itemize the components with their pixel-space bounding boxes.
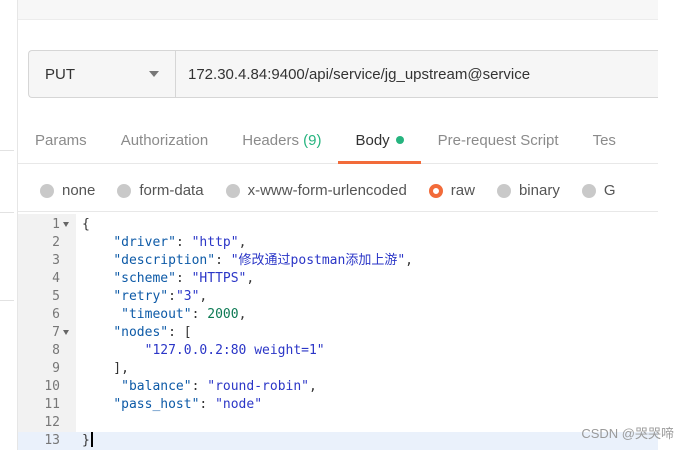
radio-binary[interactable]: binary [496, 182, 560, 199]
request-tabs: Params Authorization Headers (9) Body Pr… [18, 118, 658, 164]
code-text: "driver": "http", [113, 235, 247, 250]
code-editor[interactable]: 1{2 "driver": "http", 3 "description": "修… [18, 214, 658, 450]
code-line[interactable]: 7 "nodes": [ [18, 324, 658, 342]
line-number: 9 [52, 361, 60, 376]
code-line[interactable]: 9 ], [18, 360, 658, 378]
code-line[interactable]: 8 "127.0.0.2:80 weight=1" [18, 342, 658, 360]
modified-dot-icon [395, 136, 404, 144]
code-line[interactable]: 12 [18, 414, 658, 432]
radio-circle-icon [581, 183, 596, 198]
code-text: "nodes": [ [113, 325, 192, 340]
code-line[interactable]: 13} [18, 432, 658, 450]
right-panel-edge [658, 0, 688, 450]
code-line[interactable]: 4 "scheme": "HTTPS", [18, 270, 658, 288]
line-number: 11 [44, 397, 60, 412]
code-line[interactable]: 6 "timeout": 2000, [18, 306, 658, 324]
chevron-down-icon [149, 71, 159, 77]
headers-count: (9) [303, 132, 322, 149]
watermark: CSDN @哭哭啼 [581, 426, 674, 441]
radio-graphql[interactable]: G [581, 182, 616, 199]
line-number: 13 [44, 433, 60, 448]
code-text: "timeout": 2000, [121, 307, 247, 322]
radio-circle-icon [117, 183, 132, 198]
url-input[interactable]: 172.30.4.84:9400/api/service/jg_upstream… [176, 51, 658, 97]
body-type-radios: none form-data x-www-form-urlencoded raw… [18, 170, 658, 212]
code-text: { [82, 217, 90, 232]
code-line[interactable]: 10 "balance": "round-robin", [18, 378, 658, 396]
line-number: 7 [52, 325, 60, 340]
method-label: PUT [45, 65, 75, 83]
radio-selected-icon [428, 183, 443, 198]
code-line[interactable]: 5 "retry":"3", [18, 288, 658, 306]
line-number: 3 [52, 253, 60, 268]
code-text: "retry":"3", [113, 289, 208, 304]
code-text: "scheme": "HTTPS", [113, 271, 255, 286]
line-number: 10 [44, 379, 60, 394]
line-number: 4 [52, 271, 60, 286]
line-number: 12 [44, 415, 60, 430]
tab-authorization[interactable]: Authorization [104, 118, 226, 163]
tab-params[interactable]: Params [18, 118, 104, 163]
line-number: 5 [52, 289, 60, 304]
tab-headers[interactable]: Headers (9) [225, 118, 338, 163]
tab-body[interactable]: Body [338, 118, 421, 164]
radio-x-www-form-urlencoded[interactable]: x-www-form-urlencoded [225, 182, 407, 199]
fold-chevron-icon[interactable] [63, 222, 69, 227]
code-line[interactable]: 1{ [18, 216, 658, 234]
line-number: 1 [52, 217, 60, 232]
code-text: "pass_host": "node" [113, 397, 263, 412]
radio-none[interactable]: none [40, 182, 95, 199]
radio-circle-icon [496, 183, 511, 198]
code-text: "description": "修改通过postman添加上游", [113, 253, 413, 268]
tab-pre-request-script[interactable]: Pre-request Script [421, 118, 576, 163]
code-text: "balance": "round-robin", [121, 379, 317, 394]
left-panel-edge [0, 0, 18, 450]
code-line[interactable]: 3 "description": "修改通过postman添加上游", [18, 252, 658, 270]
code-text: } [82, 432, 93, 450]
code-text: ], [82, 361, 129, 376]
fold-chevron-icon[interactable] [63, 330, 69, 335]
code-line[interactable]: 11 "pass_host": "node" [18, 396, 658, 414]
tab-tests[interactable]: Tes [576, 118, 633, 163]
code-line[interactable]: 2 "driver": "http", [18, 234, 658, 252]
radio-circle-icon [40, 183, 54, 198]
line-number: 6 [52, 307, 60, 322]
radio-raw[interactable]: raw [428, 182, 475, 199]
method-select[interactable]: PUT [29, 51, 176, 97]
radio-form-data[interactable]: form-data [117, 182, 204, 199]
text-cursor [90, 432, 93, 447]
line-number: 8 [52, 343, 60, 358]
request-bar: PUT 172.30.4.84:9400/api/service/jg_upst… [28, 50, 658, 98]
radio-circle-icon [225, 183, 240, 198]
code-text: "127.0.0.2:80 weight=1" [144, 343, 325, 358]
line-number: 2 [52, 235, 60, 250]
top-toolbar-edge [18, 0, 658, 20]
